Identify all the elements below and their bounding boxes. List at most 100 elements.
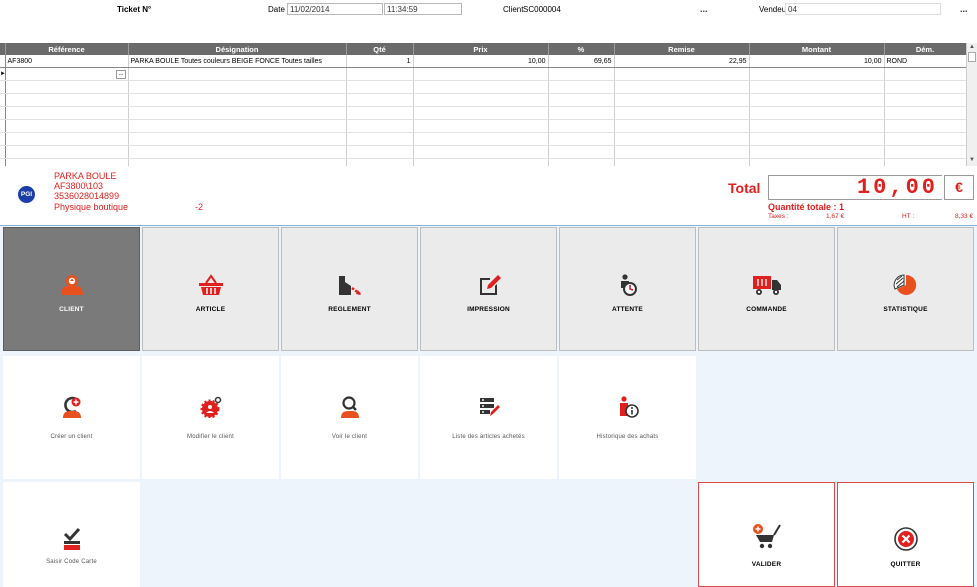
time-field[interactable]: 11:34:59	[384, 3, 462, 15]
modifier-client-button[interactable]: Modifier le client	[142, 356, 279, 479]
vendeur-field[interactable]: 04	[785, 3, 941, 15]
list-edit-icon	[478, 396, 500, 423]
taxes-label: Taxes :	[768, 213, 789, 220]
voir-client-label: Voir le client	[331, 434, 368, 440]
client-label: Client	[503, 5, 524, 14]
close-icon	[893, 527, 918, 556]
article-label: ARTICLE	[195, 306, 226, 313]
col-reference[interactable]: Référence	[5, 43, 129, 55]
quitter-label: QUITTER	[890, 561, 921, 568]
total-quantity: Quantité totale : 1	[768, 202, 845, 212]
modifier-client-label: Modifier le client	[187, 434, 234, 440]
history-info-icon	[617, 396, 639, 423]
article-code: AF3800\103	[54, 181, 104, 191]
pgi-logo-icon: PGI	[18, 186, 35, 203]
quitter-button[interactable]: QUITTER	[837, 482, 974, 587]
waiting-person-icon	[615, 274, 641, 301]
table-row[interactable]	[0, 106, 966, 120]
col-remise[interactable]: Remise	[614, 43, 750, 55]
cell-remise[interactable]: 22,95	[614, 55, 750, 68]
scroll-down-icon[interactable]: ▼	[969, 157, 975, 163]
currency-symbol: €	[944, 175, 974, 200]
client-button[interactable]: CLIENT	[3, 227, 140, 351]
table-row[interactable]	[0, 145, 966, 159]
col-designation[interactable]: Désignation	[128, 43, 347, 55]
total-display: 10,00	[768, 175, 942, 200]
voir-client-button[interactable]: Voir le client	[281, 356, 418, 479]
reglement-label: REGLEMENT	[328, 306, 371, 313]
date-label: Date	[268, 5, 285, 14]
col-percent[interactable]: %	[548, 43, 615, 55]
table-row[interactable]	[0, 93, 966, 107]
ht-label: HT :	[902, 213, 915, 220]
scroll-thumb[interactable]	[968, 52, 976, 62]
commande-button[interactable]: COMMANDE	[698, 227, 835, 351]
basket-icon	[198, 274, 224, 301]
ht-value: 8,33 €	[955, 213, 974, 220]
article-button[interactable]: ARTICLE	[142, 227, 279, 351]
cell-designation[interactable]: PARKA BOULE Toutes couleurs BEIGE FONCE …	[128, 55, 347, 68]
client-icon	[59, 274, 85, 301]
total-value: 10,00	[856, 175, 938, 200]
total-label: Total	[728, 180, 761, 196]
table-row[interactable]: AF3800 PARKA BOULE Toutes couleurs BEIGE…	[0, 55, 966, 68]
table-row[interactable]: ► ...	[0, 67, 966, 81]
client-label: CLIENT	[59, 306, 84, 313]
liste-articles-button[interactable]: Liste des articles achetés	[420, 356, 557, 479]
col-dem[interactable]: Dém.	[884, 43, 966, 55]
card-check-icon	[61, 527, 83, 555]
impression-label: IMPRESSION	[467, 306, 510, 313]
col-prix[interactable]: Prix	[413, 43, 549, 55]
table-row[interactable]	[0, 132, 966, 146]
search-user-icon	[339, 396, 361, 423]
article-barcode: 3536028014899	[54, 191, 120, 201]
table-row[interactable]	[0, 80, 966, 94]
grid-scrollbar[interactable]: ▲ ▼	[966, 43, 977, 166]
pie-chart-icon	[893, 274, 919, 301]
historique-achats-label: Historique des achats	[596, 434, 659, 440]
ticket-label: Ticket N°	[117, 5, 152, 14]
creer-client-button[interactable]: Créer un client	[3, 356, 140, 479]
cell-prix[interactable]: 10,00	[413, 55, 549, 68]
add-user-icon	[61, 396, 83, 423]
attente-button[interactable]: ATTENTE	[559, 227, 696, 351]
edit-document-icon	[476, 274, 502, 301]
saisir-code-carte-label: Saisir Code Carte	[46, 559, 97, 565]
client-value: SC000004	[523, 5, 561, 14]
liste-articles-label: Liste des articles achetés	[452, 434, 525, 440]
taxes-value: 1,67 €	[826, 213, 845, 220]
attente-label: ATTENTE	[612, 306, 643, 313]
cell-qte[interactable]: 1	[346, 55, 414, 68]
col-montant[interactable]: Montant	[749, 43, 885, 55]
stock-label: Physique boutique	[54, 202, 129, 212]
cell-dem[interactable]: ROND	[884, 55, 966, 68]
client-browse-button[interactable]: ...	[700, 4, 708, 14]
article-name: PARKA BOULE	[54, 171, 117, 181]
payment-icon	[337, 274, 363, 301]
table-row[interactable]	[0, 119, 966, 133]
valider-button[interactable]: VALIDER	[698, 482, 835, 587]
cell-ref[interactable]: AF3800	[5, 55, 129, 68]
table-row[interactable]	[0, 158, 966, 166]
cell-percent[interactable]: 69,65	[548, 55, 615, 68]
statistique-button[interactable]: STATISTIQUE	[837, 227, 974, 351]
statistique-label: STATISTIQUE	[883, 306, 928, 313]
user-settings-icon	[200, 396, 222, 423]
col-qte[interactable]: Qté	[346, 43, 414, 55]
truck-icon	[752, 274, 782, 301]
reglement-button[interactable]: REGLEMENT	[281, 227, 418, 351]
ref-browse-button[interactable]: ...	[116, 69, 126, 79]
cell-montant[interactable]: 10,00	[749, 55, 885, 68]
scroll-up-icon[interactable]: ▲	[969, 44, 975, 50]
cart-add-icon	[752, 523, 782, 554]
saisir-code-carte-button[interactable]: Saisir Code Carte	[3, 482, 140, 587]
valider-label: VALIDER	[751, 561, 782, 568]
vendeur-browse-button[interactable]: ...	[960, 4, 968, 14]
ticket-lines-grid[interactable]: Référence Désignation Qté Prix % Remise …	[0, 43, 966, 166]
impression-button[interactable]: IMPRESSION	[420, 227, 557, 351]
historique-achats-button[interactable]: Historique des achats	[559, 356, 696, 479]
stock-value: -2	[195, 202, 204, 212]
commande-label: COMMANDE	[746, 306, 787, 313]
creer-client-label: Créer un client	[50, 434, 93, 440]
date-field[interactable]: 11/02/2014	[287, 3, 383, 15]
